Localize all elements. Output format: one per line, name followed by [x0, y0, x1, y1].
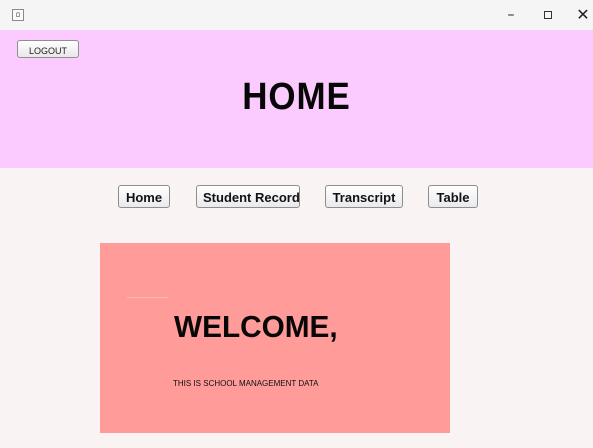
nav-transcript-button[interactable]: Transcript	[325, 185, 403, 208]
welcome-subtitle: THIS IS SCHOOL MANAGEMENT DATA	[173, 379, 319, 388]
maximize-button[interactable]	[539, 7, 557, 23]
nav-home-button[interactable]: Home	[118, 185, 170, 208]
welcome-divider	[127, 297, 168, 298]
application-window: – ✕ LOGOUT HOME Home Student Record Tran…	[0, 0, 593, 448]
welcome-heading: WELCOME,	[174, 309, 338, 344]
nav-student-record-button[interactable]: Student Record	[196, 185, 300, 208]
title-bar: – ✕	[0, 0, 593, 31]
java-cup-icon	[12, 9, 24, 21]
minimize-button[interactable]: –	[502, 7, 520, 23]
logout-button[interactable]: LOGOUT	[17, 40, 79, 58]
close-button[interactable]: ✕	[574, 7, 592, 23]
welcome-panel: WELCOME, THIS IS SCHOOL MANAGEMENT DATA	[100, 243, 450, 433]
maximize-icon	[544, 11, 552, 19]
page-title: HOME	[242, 76, 351, 118]
nav-table-button[interactable]: Table	[428, 185, 478, 208]
